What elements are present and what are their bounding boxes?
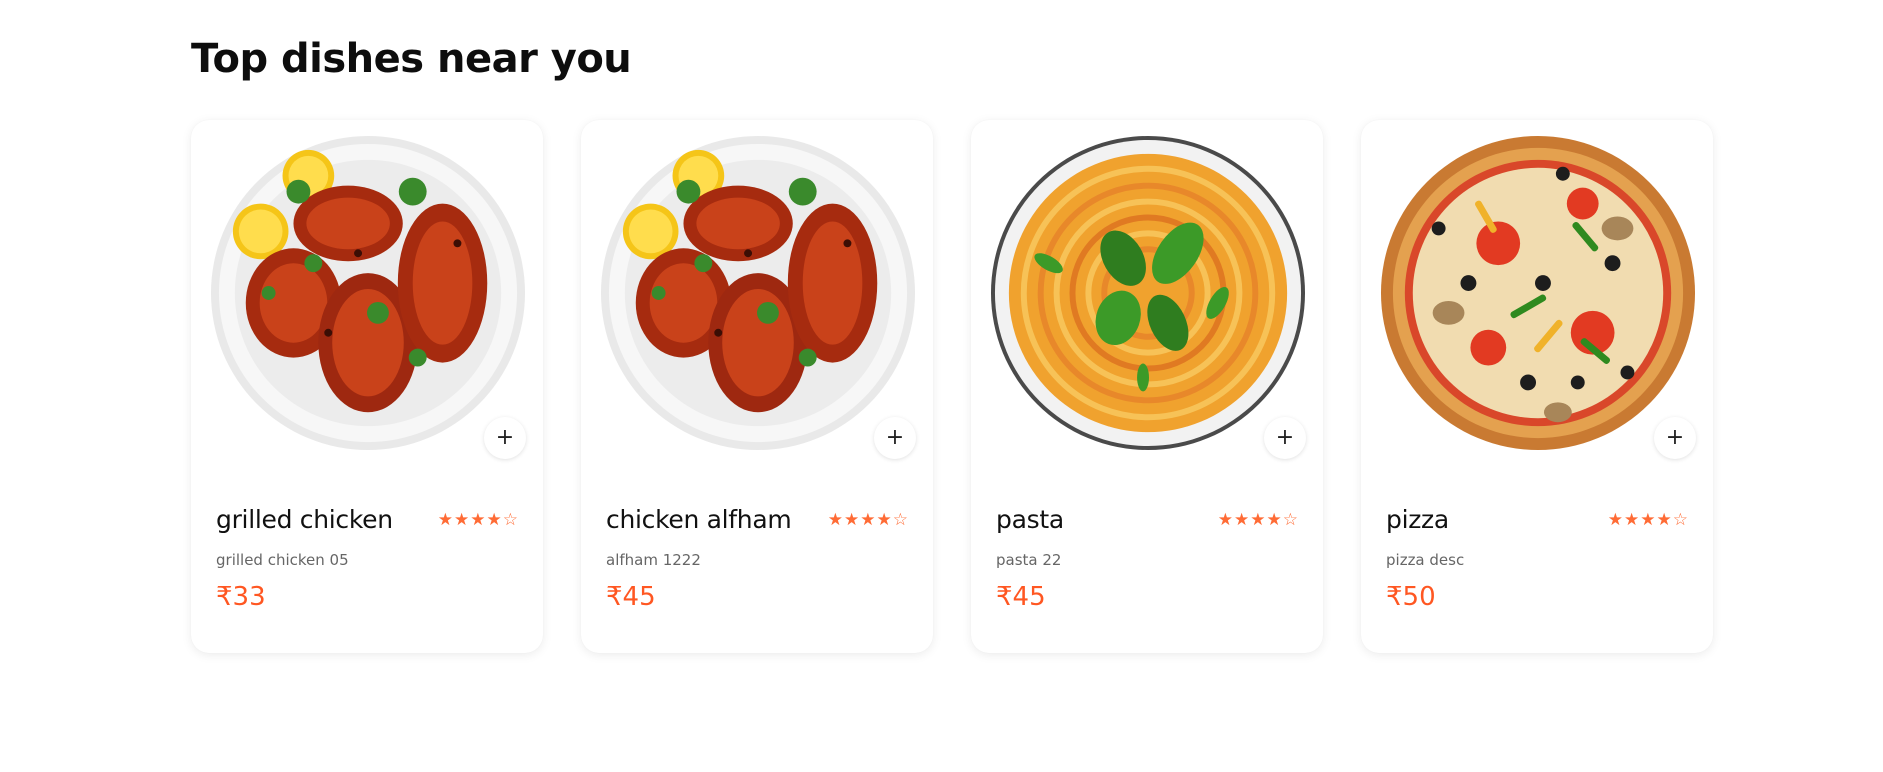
dish-card[interactable]: + chicken alfham ★ ★ ★ ★ ☆ alfham 1222 ₹… (581, 120, 933, 653)
dish-info-row: chicken alfham ★ ★ ★ ★ ☆ (606, 505, 908, 534)
plus-icon: + (1665, 425, 1685, 450)
dish-name: chicken alfham (606, 505, 792, 534)
star-filled-icon: ★ (1250, 509, 1266, 530)
section-title: Top dishes near you (191, 36, 632, 82)
star-filled-icon: ★ (1266, 509, 1282, 530)
pasta-image (989, 134, 1307, 452)
star-filled-icon: ★ (470, 509, 486, 530)
add-to-cart-button[interactable]: + (1654, 417, 1696, 459)
dish-name: pasta (996, 505, 1064, 534)
rating-stars: ★ ★ ★ ★ ☆ (438, 510, 518, 530)
star-filled-icon: ★ (1656, 509, 1672, 530)
dish-card[interactable]: + pasta ★ ★ ★ ★ ☆ pasta 22 ₹45 (971, 120, 1323, 653)
star-filled-icon: ★ (1624, 509, 1640, 530)
star-filled-icon: ★ (844, 509, 860, 530)
rating-stars: ★ ★ ★ ★ ☆ (828, 510, 908, 530)
star-filled-icon: ★ (876, 509, 892, 530)
dish-description: pasta 22 (996, 551, 1062, 569)
dish-price: ₹50 (1386, 582, 1436, 612)
add-to-cart-button[interactable]: + (484, 417, 526, 459)
dish-card-list: + grilled chicken ★ ★ ★ ★ ☆ grilled chic… (191, 120, 1713, 653)
dish-info-row: pasta ★ ★ ★ ★ ☆ (996, 505, 1298, 534)
add-to-cart-button[interactable]: + (1264, 417, 1306, 459)
rating-stars: ★ ★ ★ ★ ☆ (1608, 510, 1688, 530)
star-empty-icon: ☆ (502, 509, 518, 530)
dish-card[interactable]: + grilled chicken ★ ★ ★ ★ ☆ grilled chic… (191, 120, 543, 653)
dish-name: grilled chicken (216, 505, 393, 534)
pizza-image (1379, 134, 1697, 452)
dish-card[interactable]: + pizza ★ ★ ★ ★ ☆ pizza desc ₹50 (1361, 120, 1713, 653)
star-filled-icon: ★ (486, 509, 502, 530)
star-filled-icon: ★ (1234, 509, 1250, 530)
grilled-chicken-image (209, 134, 527, 452)
plus-icon: + (885, 425, 905, 450)
dish-info-row: grilled chicken ★ ★ ★ ★ ☆ (216, 505, 518, 534)
dish-description: grilled chicken 05 (216, 551, 349, 569)
star-empty-icon: ☆ (892, 509, 908, 530)
plus-icon: + (495, 425, 515, 450)
star-filled-icon: ★ (454, 509, 470, 530)
star-empty-icon: ☆ (1282, 509, 1298, 530)
star-filled-icon: ★ (860, 509, 876, 530)
dish-description: pizza desc (1386, 551, 1465, 569)
star-filled-icon: ★ (827, 509, 843, 530)
dish-name: pizza (1386, 505, 1449, 534)
star-filled-icon: ★ (1607, 509, 1623, 530)
star-filled-icon: ★ (437, 509, 453, 530)
star-empty-icon: ☆ (1672, 509, 1688, 530)
plus-icon: + (1275, 425, 1295, 450)
page: Top dishes near you + grilled chicken ★ … (0, 0, 1883, 772)
add-to-cart-button[interactable]: + (874, 417, 916, 459)
star-filled-icon: ★ (1217, 509, 1233, 530)
dish-info-row: pizza ★ ★ ★ ★ ☆ (1386, 505, 1688, 534)
dish-price: ₹33 (216, 582, 266, 612)
chicken-alfham-image (599, 134, 917, 452)
dish-price: ₹45 (996, 582, 1046, 612)
dish-price: ₹45 (606, 582, 656, 612)
star-filled-icon: ★ (1640, 509, 1656, 530)
dish-description: alfham 1222 (606, 551, 701, 569)
rating-stars: ★ ★ ★ ★ ☆ (1218, 510, 1298, 530)
